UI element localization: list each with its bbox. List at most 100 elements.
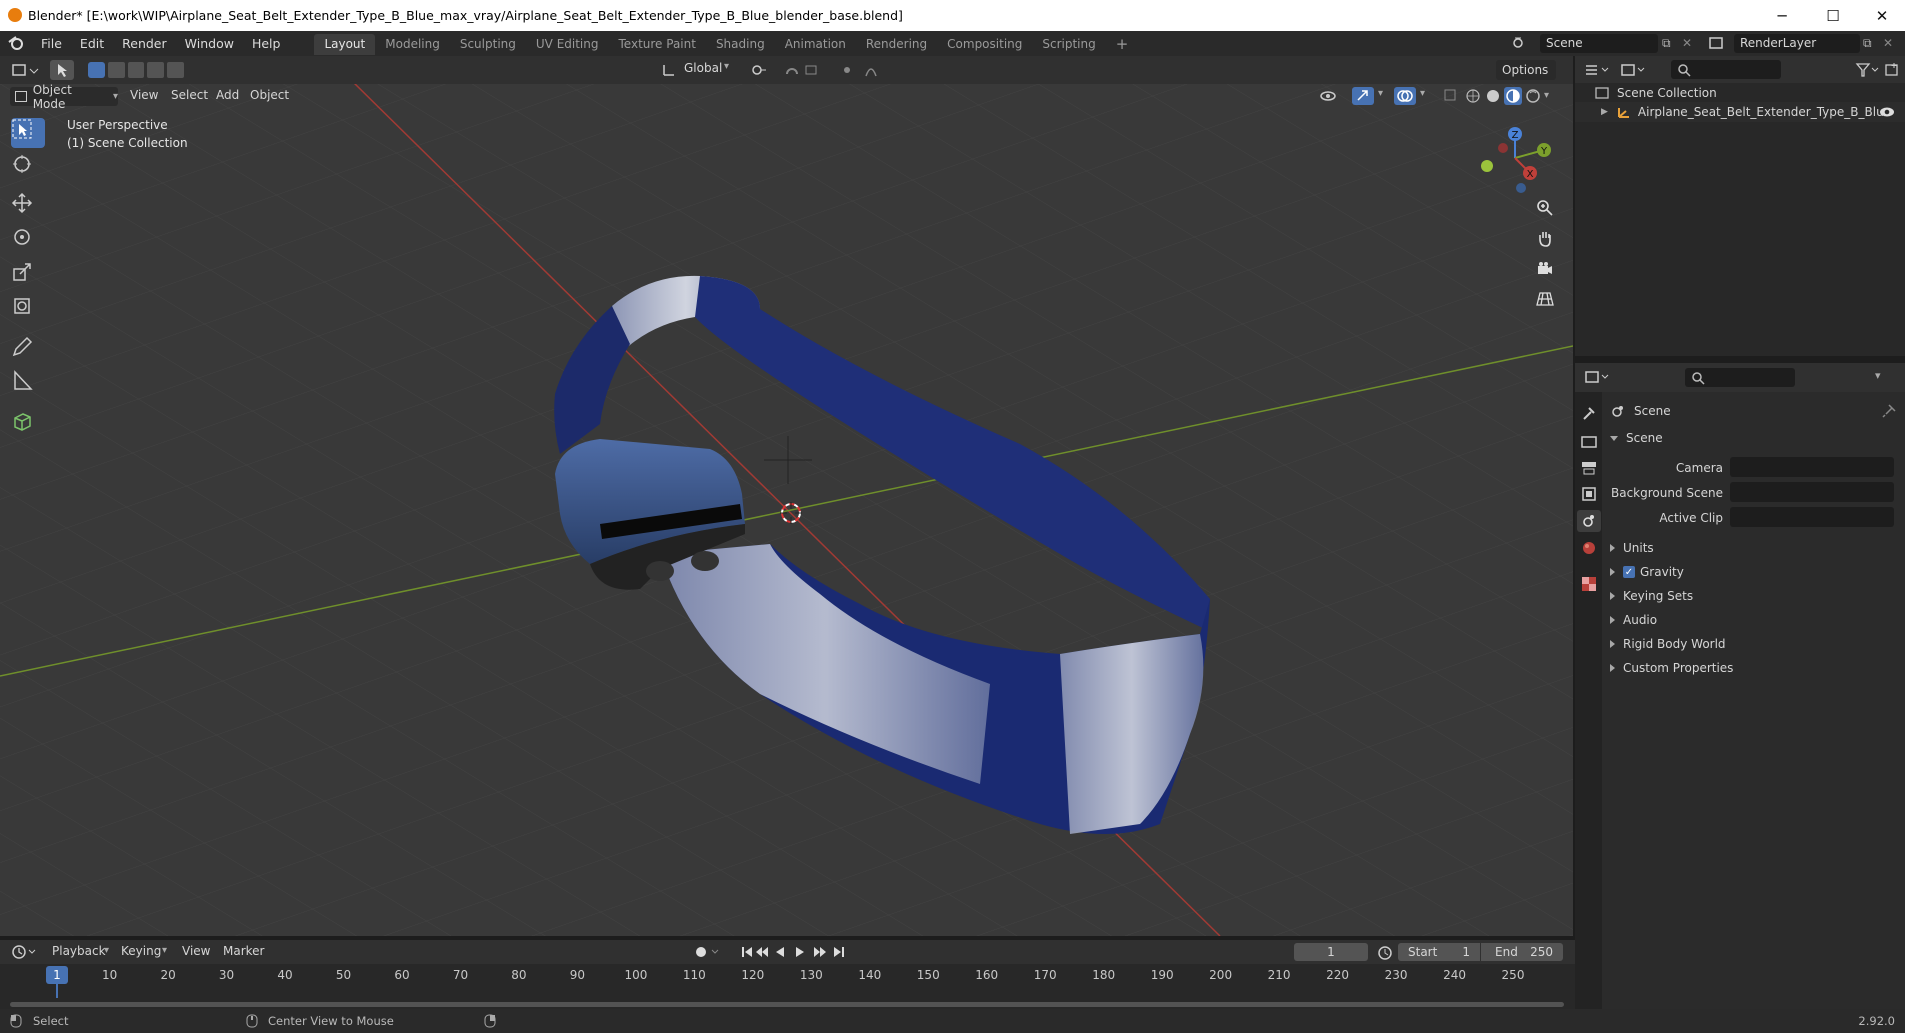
- tool-tab-icon[interactable]: [1579, 404, 1599, 424]
- select-box-tool-icon[interactable]: [50, 60, 74, 80]
- transform-orientation-icon[interactable]: [660, 61, 680, 79]
- new-collection-icon[interactable]: [1883, 61, 1901, 79]
- play-reverse-icon[interactable]: [776, 947, 784, 957]
- outliner-row-object[interactable]: ▶ Airplane_Seat_Belt_Extender_Type_B_Blu…: [1575, 102, 1905, 122]
- perspective-toggle-grid-icon[interactable]: [1536, 290, 1562, 316]
- solid-shading-icon[interactable]: [1484, 87, 1502, 105]
- camera-view-icon[interactable]: [1536, 260, 1562, 286]
- tab-modeling[interactable]: Modeling: [375, 34, 450, 55]
- view-layer-tab-icon[interactable]: [1579, 484, 1599, 504]
- tab-animation[interactable]: Animation: [775, 34, 856, 55]
- tab-texture-paint[interactable]: Texture Paint: [609, 34, 706, 55]
- auto-keying-icon[interactable]: [693, 944, 723, 960]
- current-frame-field[interactable]: 1: [1294, 943, 1368, 961]
- gravity-checkbox[interactable]: ✓: [1623, 566, 1635, 578]
- stopwatch-icon[interactable]: [1376, 943, 1394, 961]
- proportional-editing-icon[interactable]: [838, 60, 888, 80]
- new-scene-icon[interactable]: ⧉: [1662, 36, 1671, 51]
- select-box-tool[interactable]: [11, 118, 45, 148]
- new-view-layer-icon[interactable]: ⧉: [1863, 36, 1872, 51]
- menu-render[interactable]: Render: [113, 31, 176, 56]
- panel-rigid-body-world-header[interactable]: Rigid Body World: [1610, 632, 1900, 656]
- chevron-down-icon[interactable]: ▾: [1544, 87, 1549, 105]
- pin-icon[interactable]: [1882, 404, 1896, 418]
- outliner-editor-type-icon[interactable]: [1583, 61, 1613, 79]
- 3d-viewport[interactable]: User Perspective (1) Scene Collection Z: [0, 84, 1573, 936]
- wireframe-shading-icon[interactable]: [1464, 87, 1482, 105]
- outliner-search-input[interactable]: [1671, 60, 1781, 79]
- chevron-down-icon[interactable]: ▾: [1378, 88, 1383, 99]
- close-button[interactable]: ✕: [1859, 0, 1905, 31]
- add-workspace-button[interactable]: +: [1106, 34, 1139, 55]
- rendered-shading-icon[interactable]: [1524, 87, 1542, 105]
- tab-compositing[interactable]: Compositing: [937, 34, 1032, 55]
- panel-audio-header[interactable]: Audio: [1610, 608, 1900, 632]
- scene-selector[interactable]: Scene: [1540, 34, 1658, 53]
- overlays-toggle-icon[interactable]: [1394, 87, 1416, 105]
- next-keyframe-icon[interactable]: [814, 947, 826, 957]
- start-frame-field[interactable]: Start 1: [1398, 943, 1480, 961]
- transform-tool[interactable]: [11, 295, 45, 325]
- properties-editor-type-icon[interactable]: [1583, 368, 1613, 386]
- scene-icon[interactable]: [1510, 34, 1536, 53]
- panel-scene-header[interactable]: Scene: [1610, 426, 1900, 450]
- display-mode-icon[interactable]: [1619, 61, 1649, 79]
- tab-shading[interactable]: Shading: [706, 34, 775, 55]
- pivot-point-icon[interactable]: [748, 60, 776, 80]
- blender-menu-icon[interactable]: [8, 35, 32, 52]
- active-clip-field[interactable]: [1730, 507, 1894, 527]
- visibility-icon[interactable]: [1318, 87, 1348, 105]
- menu-help[interactable]: Help: [243, 31, 290, 56]
- viewport-menu-object[interactable]: Object: [250, 88, 289, 102]
- mode-set-icon[interactable]: [88, 62, 105, 78]
- tab-scripting[interactable]: Scripting: [1032, 34, 1105, 55]
- world-tab-icon[interactable]: [1579, 538, 1599, 558]
- properties-search-input[interactable]: [1685, 368, 1795, 387]
- view-layer-icon[interactable]: [1706, 34, 1730, 53]
- panel-keying-sets-header[interactable]: Keying Sets: [1610, 584, 1900, 608]
- options-dropdown[interactable]: Options: [1496, 60, 1556, 80]
- expand-arrow-icon[interactable]: ▶: [1601, 107, 1608, 117]
- add-cube-tool[interactable]: [11, 410, 45, 440]
- move-tool[interactable]: [11, 192, 45, 222]
- timeline-menu-playback[interactable]: Playback: [52, 944, 106, 958]
- gizmo-toggle-icon[interactable]: [1352, 87, 1374, 105]
- tab-sculpting[interactable]: Sculpting: [450, 34, 526, 55]
- editor-type-icon[interactable]: [10, 61, 40, 79]
- chevron-down-icon[interactable]: ▾: [1420, 88, 1425, 99]
- camera-field[interactable]: [1730, 457, 1894, 477]
- tab-layout[interactable]: Layout: [314, 34, 376, 55]
- snap-icon[interactable]: [782, 60, 832, 80]
- jump-start-icon[interactable]: [742, 947, 752, 957]
- play-icon[interactable]: [796, 947, 804, 957]
- view-layer-selector[interactable]: RenderLayer: [1734, 34, 1860, 53]
- timeline-scrollbar[interactable]: [10, 1002, 1564, 1007]
- minimize-button[interactable]: ─: [1759, 0, 1805, 31]
- tab-uv-editing[interactable]: UV Editing: [526, 34, 609, 55]
- filter-icon[interactable]: [1855, 61, 1881, 79]
- viewport-menu-view[interactable]: View: [130, 88, 158, 102]
- measure-tool[interactable]: [11, 370, 45, 400]
- menu-file[interactable]: File: [32, 31, 71, 56]
- output-tab-icon[interactable]: [1579, 458, 1599, 478]
- remove-view-layer-icon[interactable]: ✕: [1883, 36, 1893, 50]
- timeline-menu-marker[interactable]: Marker: [223, 944, 264, 958]
- texture-tab-icon[interactable]: [1579, 574, 1599, 594]
- chevron-down-icon[interactable]: ▾: [1875, 369, 1881, 382]
- tab-rendering[interactable]: Rendering: [856, 34, 937, 55]
- material-shading-icon[interactable]: [1504, 87, 1522, 105]
- render-tab-icon[interactable]: [1579, 432, 1599, 452]
- mode-intersect-icon[interactable]: [167, 62, 184, 78]
- maximize-button[interactable]: ☐: [1810, 0, 1856, 31]
- annotate-tool[interactable]: [11, 336, 45, 366]
- scale-tool[interactable]: [11, 261, 45, 291]
- timeline-menu-keying[interactable]: Keying: [121, 944, 161, 958]
- viewport-menu-select[interactable]: Select: [171, 88, 208, 102]
- zoom-view-icon[interactable]: [1536, 199, 1562, 225]
- eye-visibility-icon[interactable]: [1879, 106, 1895, 118]
- background-scene-field[interactable]: [1730, 482, 1894, 502]
- pan-view-hand-icon[interactable]: [1536, 229, 1562, 255]
- rotate-tool[interactable]: [11, 226, 45, 256]
- end-frame-field[interactable]: End 250: [1481, 943, 1563, 961]
- panel-divider[interactable]: [1575, 356, 1905, 363]
